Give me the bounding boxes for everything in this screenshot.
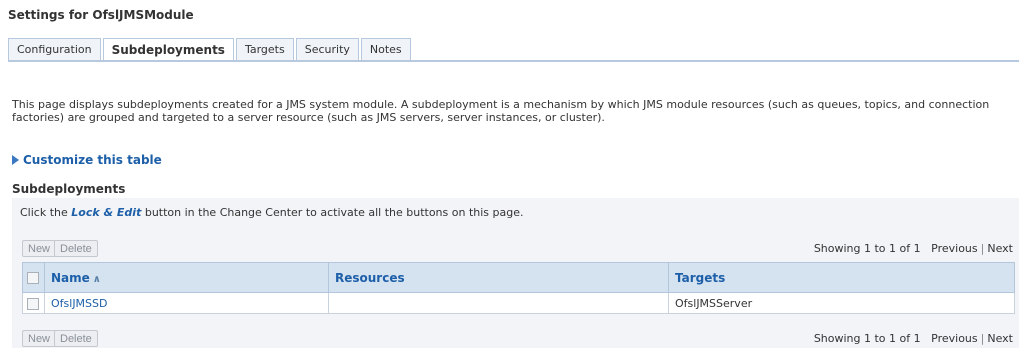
delete-button-top[interactable]: Delete bbox=[54, 240, 98, 257]
lock-edit-emphasis: Lock & Edit bbox=[71, 206, 142, 219]
column-header-resources[interactable]: Resources bbox=[328, 262, 669, 293]
lock-message-suffix: button in the Change Center to activate … bbox=[141, 206, 524, 219]
page-header: Settings for OfslJMSModule bbox=[0, 0, 1027, 28]
column-header-targets[interactable]: Targets bbox=[668, 262, 1015, 293]
pager-bottom: Showing 1 to 1 of 1 Previous | Next bbox=[814, 332, 1013, 345]
row-checkbox[interactable] bbox=[27, 297, 39, 310]
tab-notes[interactable]: Notes bbox=[360, 38, 411, 61]
tab-targets[interactable]: Targets bbox=[235, 38, 294, 61]
pager-showing: Showing 1 to 1 of 1 bbox=[813, 242, 921, 255]
select-all-cell bbox=[22, 262, 45, 293]
lock-edit-message: Click the Lock & Edit button in the Chan… bbox=[20, 206, 524, 219]
delete-button-bottom[interactable]: Delete bbox=[54, 330, 98, 347]
pager-previous[interactable]: Previous bbox=[931, 332, 978, 345]
pager-previous[interactable]: Previous bbox=[931, 242, 978, 255]
subdeployment-link[interactable]: OfslJMSSD bbox=[51, 297, 108, 310]
tab-divider bbox=[8, 60, 1019, 62]
sort-ascending-icon: ∧ bbox=[92, 273, 101, 285]
page-description: This page displays subdeployments create… bbox=[12, 98, 990, 124]
subdeployments-panel: Click the Lock & Edit button in the Chan… bbox=[12, 198, 1019, 348]
cell-targets: OfslJMSServer bbox=[668, 292, 1015, 314]
new-button-bottom[interactable]: New bbox=[22, 330, 57, 347]
pager-separator: | bbox=[980, 332, 985, 345]
tab-subdeployments[interactable]: Subdeployments bbox=[102, 38, 234, 62]
cell-resources bbox=[328, 292, 669, 314]
lock-message-prefix: Click the bbox=[20, 206, 72, 219]
pager-next[interactable]: Next bbox=[987, 332, 1013, 345]
row-select-cell bbox=[22, 292, 45, 314]
pager-separator: | bbox=[980, 242, 985, 255]
tab-bar: Configuration Subdeployments Targets Sec… bbox=[8, 38, 413, 62]
tab-configuration[interactable]: Configuration bbox=[8, 38, 101, 61]
select-all-checkbox[interactable] bbox=[27, 272, 39, 284]
tab-security[interactable]: Security bbox=[295, 38, 359, 61]
pager-next[interactable]: Next bbox=[987, 242, 1013, 255]
table-header-row: Name ∧ Resources Targets bbox=[22, 262, 1015, 293]
customize-table-label: Customize this table bbox=[23, 153, 162, 167]
cell-name: OfslJMSSD bbox=[44, 292, 329, 314]
customize-table-link[interactable]: Customize this table bbox=[12, 153, 162, 167]
page-title: Settings for OfslJMSModule bbox=[8, 8, 194, 22]
pager-top: Showing 1 to 1 of 1 Previous | Next bbox=[814, 242, 1013, 255]
column-name-label: Name bbox=[51, 270, 90, 285]
pager-showing: Showing 1 to 1 of 1 bbox=[813, 332, 921, 345]
column-header-name[interactable]: Name ∧ bbox=[44, 262, 329, 293]
table-row: OfslJMSSD OfslJMSServer bbox=[22, 292, 1015, 314]
subdeployments-table: Name ∧ Resources Targets OfslJMSSD OfslJM… bbox=[22, 262, 1015, 314]
new-button-top[interactable]: New bbox=[22, 240, 57, 257]
expand-triangle-icon bbox=[12, 155, 19, 165]
section-title: Subdeployments bbox=[12, 182, 126, 196]
